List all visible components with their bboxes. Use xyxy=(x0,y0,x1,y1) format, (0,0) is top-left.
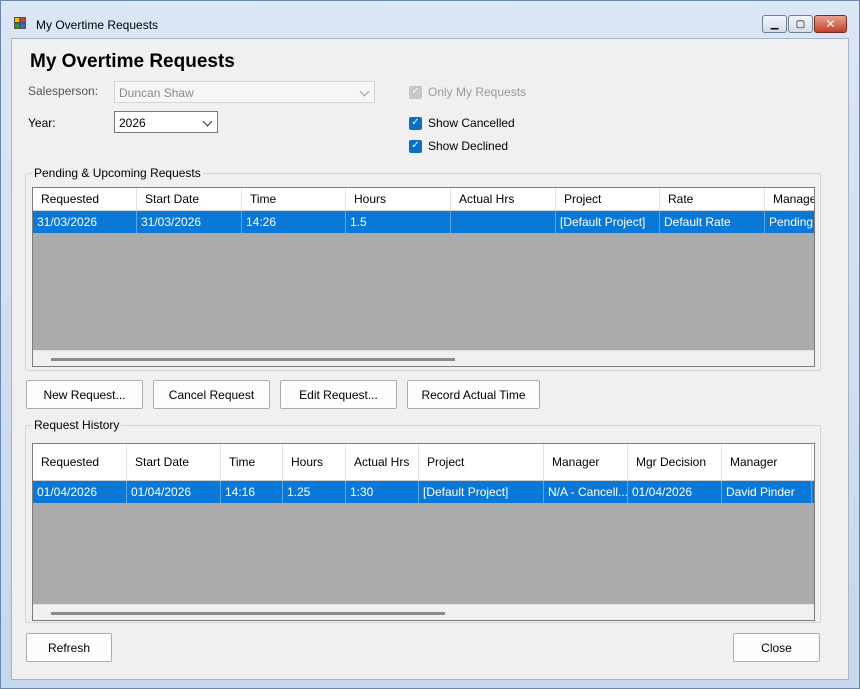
column-header[interactable]: Manager xyxy=(722,444,812,480)
table-cell: [Default Project] xyxy=(419,481,544,503)
column-header[interactable]: Mgr Decision xyxy=(628,444,722,480)
table-cell: 31/03/2026 xyxy=(137,211,242,233)
pending-grid[interactable]: Requested Start Date Time Hours Actual H… xyxy=(32,187,815,367)
column-header[interactable]: Manager xyxy=(765,188,814,210)
pending-grid-header: Requested Start Date Time Hours Actual H… xyxy=(33,188,814,211)
scrollbar-thumb[interactable] xyxy=(51,612,445,615)
table-cell: 01/04/2026 xyxy=(33,481,127,503)
column-header[interactable]: Project xyxy=(556,188,660,210)
title-bar[interactable]: My Overtime Requests ▁ ▢ ✕ xyxy=(1,1,859,37)
only-my-requests-label: Only My Requests xyxy=(428,85,527,99)
minimize-button[interactable]: ▁ xyxy=(762,15,787,33)
column-header[interactable]: Rate xyxy=(660,188,765,210)
history-group-title: Request History xyxy=(32,418,122,432)
table-cell: 14:26 xyxy=(242,211,346,233)
year-select[interactable]: 2026 xyxy=(114,111,218,133)
show-cancelled-checkbox[interactable]: ✓ Show Cancelled xyxy=(409,116,515,130)
history-grid[interactable]: Requested Start Date Time Hours Actual H… xyxy=(32,443,815,621)
check-icon: ✓ xyxy=(409,116,422,130)
history-group: Request History Requested Start Date Tim… xyxy=(25,418,821,623)
minimize-icon: ▁ xyxy=(770,18,779,30)
column-header[interactable]: Time xyxy=(242,188,346,210)
column-header[interactable]: Start Date xyxy=(137,188,242,210)
only-my-requests-checkbox: ✓ Only My Requests xyxy=(409,85,526,99)
new-request-button[interactable]: New Request... xyxy=(26,380,143,409)
maximize-icon: ▢ xyxy=(795,18,806,30)
table-cell: Default Rate xyxy=(660,211,765,233)
salesperson-select: Duncan Shaw xyxy=(114,81,375,103)
column-header[interactable]: Time xyxy=(221,444,283,480)
refresh-button[interactable]: Refresh xyxy=(26,633,112,662)
horizontal-scrollbar[interactable] xyxy=(33,350,814,366)
table-cell: Pending xyxy=(765,211,814,233)
table-cell: 1.5 xyxy=(346,211,451,233)
show-declined-label: Show Declined xyxy=(428,139,509,153)
horizontal-scrollbar[interactable] xyxy=(33,604,814,620)
table-row[interactable]: 01/04/2026 01/04/2026 14:16 1.25 1:30 [D… xyxy=(33,481,814,503)
window-title: My Overtime Requests xyxy=(36,18,159,32)
column-header[interactable]: Manager xyxy=(544,444,628,480)
year-label: Year: xyxy=(28,116,56,130)
check-icon: ✓ xyxy=(409,139,422,153)
close-button[interactable]: Close xyxy=(733,633,820,662)
pending-group: Pending & Upcoming Requests Requested St… xyxy=(25,166,821,371)
maximize-button[interactable]: ▢ xyxy=(788,15,813,33)
cancel-request-button[interactable]: Cancel Request xyxy=(153,380,270,409)
pending-group-title: Pending & Upcoming Requests xyxy=(32,166,203,180)
app-icon xyxy=(14,17,28,31)
chevron-down-icon xyxy=(359,86,370,97)
table-row[interactable]: 31/03/2026 31/03/2026 14:26 1.5 [Default… xyxy=(33,211,814,233)
column-header[interactable]: Actual Hrs xyxy=(346,444,419,480)
table-cell xyxy=(451,211,556,233)
table-cell: 1.25 xyxy=(283,481,346,503)
column-header[interactable]: Hours xyxy=(346,188,451,210)
table-cell: 01/04/2026 xyxy=(628,481,722,503)
edit-request-button[interactable]: Edit Request... xyxy=(280,380,397,409)
column-header[interactable]: Project xyxy=(419,444,544,480)
history-grid-header: Requested Start Date Time Hours Actual H… xyxy=(33,444,814,481)
show-declined-checkbox[interactable]: ✓ Show Declined xyxy=(409,139,508,153)
salesperson-label: Salesperson: xyxy=(28,84,99,98)
page-title: My Overtime Requests xyxy=(30,51,235,72)
client-area: My Overtime Requests Salesperson: Duncan… xyxy=(11,38,849,680)
table-cell: 1:30 xyxy=(346,481,419,503)
table-cell: 14:16 xyxy=(221,481,283,503)
close-icon: ✕ xyxy=(825,17,836,31)
table-cell: 01/04/2026 xyxy=(127,481,221,503)
column-header[interactable]: Actual Hrs xyxy=(451,188,556,210)
table-cell: David Pinder xyxy=(722,481,812,503)
check-icon: ✓ xyxy=(409,85,422,99)
column-header[interactable]: Requested xyxy=(33,444,127,480)
salesperson-value: Duncan Shaw xyxy=(119,86,194,100)
chevron-down-icon xyxy=(202,116,213,127)
table-cell: 31/03/2026 xyxy=(33,211,137,233)
column-header[interactable]: Hours xyxy=(283,444,346,480)
record-actual-time-button[interactable]: Record Actual Time xyxy=(407,380,540,409)
close-window-button[interactable]: ✕ xyxy=(814,15,847,33)
main-window: My Overtime Requests ▁ ▢ ✕ My Overtime R… xyxy=(0,0,860,689)
column-header[interactable]: Start Date xyxy=(127,444,221,480)
year-value: 2026 xyxy=(119,116,146,130)
show-cancelled-label: Show Cancelled xyxy=(428,116,515,130)
table-cell: N/A - Cancell... xyxy=(544,481,628,503)
scrollbar-thumb[interactable] xyxy=(51,358,455,361)
column-header[interactable]: Requested xyxy=(33,188,137,210)
table-cell: [Default Project] xyxy=(556,211,660,233)
